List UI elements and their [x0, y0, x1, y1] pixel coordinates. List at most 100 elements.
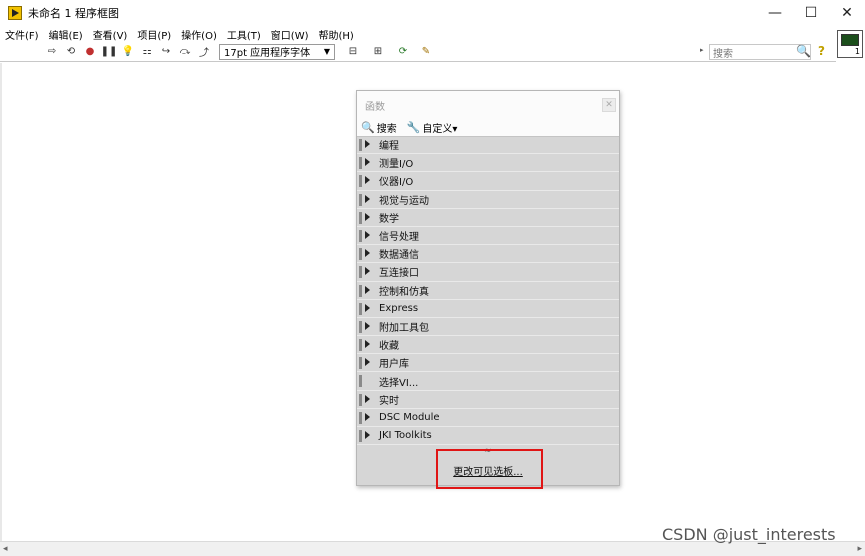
- palette-category-realtime[interactable]: 实时: [357, 391, 619, 409]
- run-arrow-icon[interactable]: ⇨: [44, 44, 60, 60]
- palette-category-favorites[interactable]: 收藏: [357, 336, 619, 355]
- category-bar: [359, 302, 362, 315]
- palette-category-dsc-module[interactable]: DSC Module: [357, 409, 619, 427]
- title-bar: 未命名 1 程序框图 — ☐ ✕: [0, 0, 865, 26]
- run-continuously-icon[interactable]: ⟲: [63, 44, 79, 60]
- search-icon[interactable]: 🔍: [796, 44, 811, 58]
- step-into-icon[interactable]: ↪: [158, 44, 174, 60]
- palette-category-addons[interactable]: 附加工具包: [357, 318, 619, 337]
- wrench-icon: 🔧: [406, 121, 421, 134]
- vi-icon[interactable]: 1: [837, 30, 863, 58]
- distribute-objects-icon[interactable]: ⊞: [370, 44, 386, 60]
- expand-arrow-icon: [365, 194, 370, 203]
- annotation-highlight-box: [436, 449, 543, 489]
- category-bar: [359, 157, 362, 170]
- category-label: 数据通信: [379, 250, 419, 262]
- scroll-right-icon[interactable]: ▸: [857, 544, 862, 554]
- palette-category-instrument-io[interactable]: 仪器I/O: [357, 172, 619, 191]
- align-objects-icon[interactable]: ⊟: [345, 44, 361, 60]
- category-label: 编程: [379, 141, 399, 153]
- abort-icon[interactable]: ●: [82, 44, 98, 60]
- expand-arrow-icon: [365, 176, 370, 185]
- expand-arrow-icon: [365, 321, 370, 330]
- help-icon[interactable]: ?: [818, 44, 825, 58]
- category-bar: [359, 229, 362, 242]
- category-bar: [359, 175, 362, 188]
- palette-category-jki-toolkits[interactable]: JKI Toolkits: [357, 427, 619, 446]
- expand-arrow-icon: [365, 340, 370, 349]
- category-label: 附加工具包: [379, 322, 429, 334]
- expand-arrow-icon: [365, 412, 370, 421]
- reorder-icon[interactable]: ⟳: [395, 44, 411, 60]
- step-out-icon[interactable]: ⤴: [196, 44, 212, 60]
- canvas-left-edge: [0, 63, 2, 541]
- palette-category-user-libraries[interactable]: 用户库: [357, 354, 619, 373]
- magnifier-icon: 🔍: [361, 121, 375, 134]
- category-label: 数学: [379, 213, 399, 225]
- category-label: 用户库: [379, 359, 409, 371]
- category-bar: [359, 411, 362, 424]
- category-label: 选择VI...: [379, 377, 419, 389]
- palette-category-mathematics[interactable]: 数学: [357, 209, 619, 227]
- expand-arrow-icon: [365, 267, 370, 276]
- menu-tools[interactable]: 工具(T): [227, 27, 261, 42]
- clean-up-diagram-icon[interactable]: ✎: [418, 44, 434, 60]
- menu-window[interactable]: 窗口(W): [271, 27, 309, 42]
- expand-arrow-icon: [365, 212, 370, 221]
- highlight-execution-icon[interactable]: 💡: [120, 44, 136, 60]
- menu-edit[interactable]: 编辑(E): [49, 27, 83, 42]
- palette-category-signal-processing[interactable]: 信号处理: [357, 227, 619, 246]
- palette-search-button[interactable]: 🔍 搜索: [361, 120, 397, 135]
- menu-view[interactable]: 查看(V): [93, 27, 128, 42]
- functions-palette[interactable]: 函数 ✕ 🔍 搜索 🔧 自定义▾ 编程 测量I/O 仪器I/O 视觉与运动 数学…: [356, 90, 620, 486]
- palette-category-connectivity[interactable]: 互连接口: [357, 263, 619, 282]
- category-bar: [359, 375, 362, 388]
- category-bar: [359, 357, 362, 370]
- palette-category-express[interactable]: Express: [357, 300, 619, 318]
- palette-category-programming[interactable]: 编程: [357, 136, 619, 155]
- category-bar: [359, 211, 362, 224]
- palette-category-control-simulation[interactable]: 控制和仿真: [357, 282, 619, 300]
- toolbar: ⇨ ⟲ ● ❚❚ 💡 ⚏ ↪ ⤼ ⤴ 17pt 应用程序字体 ▼ ⊟ ⊞ ⟳ ✎…: [0, 42, 836, 62]
- palette-customize-label: 自定义▾: [422, 124, 458, 135]
- palette-category-vision-motion[interactable]: 视觉与运动: [357, 191, 619, 209]
- palette-header[interactable]: 函数 ✕: [357, 91, 619, 119]
- scroll-left-icon[interactable]: ◂: [3, 544, 8, 554]
- category-label: JKI Toolkits: [379, 430, 432, 442]
- expand-arrow-icon: [365, 358, 370, 367]
- maximize-button[interactable]: ☐: [793, 0, 829, 26]
- category-bar: [359, 139, 362, 151]
- expand-arrow-icon: [365, 158, 370, 167]
- menu-help[interactable]: 帮助(H): [319, 27, 354, 42]
- category-label: 测量I/O: [379, 159, 414, 171]
- font-select[interactable]: 17pt 应用程序字体 ▼: [219, 43, 335, 60]
- window-title: 未命名 1 程序框图: [28, 7, 119, 20]
- minimize-button[interactable]: —: [757, 0, 793, 26]
- menu-project[interactable]: 项目(P): [137, 27, 171, 42]
- category-label: 实时: [379, 395, 399, 407]
- menu-operate[interactable]: 操作(O): [181, 27, 217, 42]
- palette-customize-button[interactable]: 🔧 自定义▾: [407, 120, 458, 135]
- expand-arrow-icon: [365, 249, 370, 258]
- category-label: 视觉与运动: [379, 195, 429, 207]
- close-button[interactable]: ✕: [829, 0, 865, 26]
- palette-close-icon[interactable]: ✕: [602, 98, 616, 112]
- category-bar: [359, 320, 362, 333]
- palette-category-data-communication[interactable]: 数据通信: [357, 245, 619, 264]
- palette-select-vi[interactable]: 选择VI...: [357, 372, 619, 391]
- vi-screen-icon: [841, 34, 859, 46]
- category-label: 仪器I/O: [379, 177, 414, 189]
- retain-wire-values-icon[interactable]: ⚏: [139, 44, 155, 60]
- pause-icon[interactable]: ❚❚: [101, 44, 118, 60]
- palette-category-list: 编程 测量I/O 仪器I/O 视觉与运动 数学 信号处理 数据通信 互连接口 控…: [357, 136, 619, 446]
- palette-category-measurement-io[interactable]: 测量I/O: [357, 154, 619, 173]
- category-label: 信号处理: [379, 232, 419, 244]
- menu-bar: 文件(F) 编辑(E) 查看(V) 项目(P) 操作(O) 工具(T) 窗口(W…: [0, 26, 836, 42]
- search-options-arrow-icon[interactable]: ▸: [700, 46, 704, 54]
- step-over-icon[interactable]: ⤼: [177, 44, 193, 60]
- watermark-text: CSDN @just_interests: [662, 525, 836, 544]
- menu-file[interactable]: 文件(F): [5, 27, 39, 42]
- category-bar: [359, 266, 362, 279]
- chevron-down-icon: ▼: [323, 47, 330, 56]
- labview-app-icon: [8, 6, 22, 20]
